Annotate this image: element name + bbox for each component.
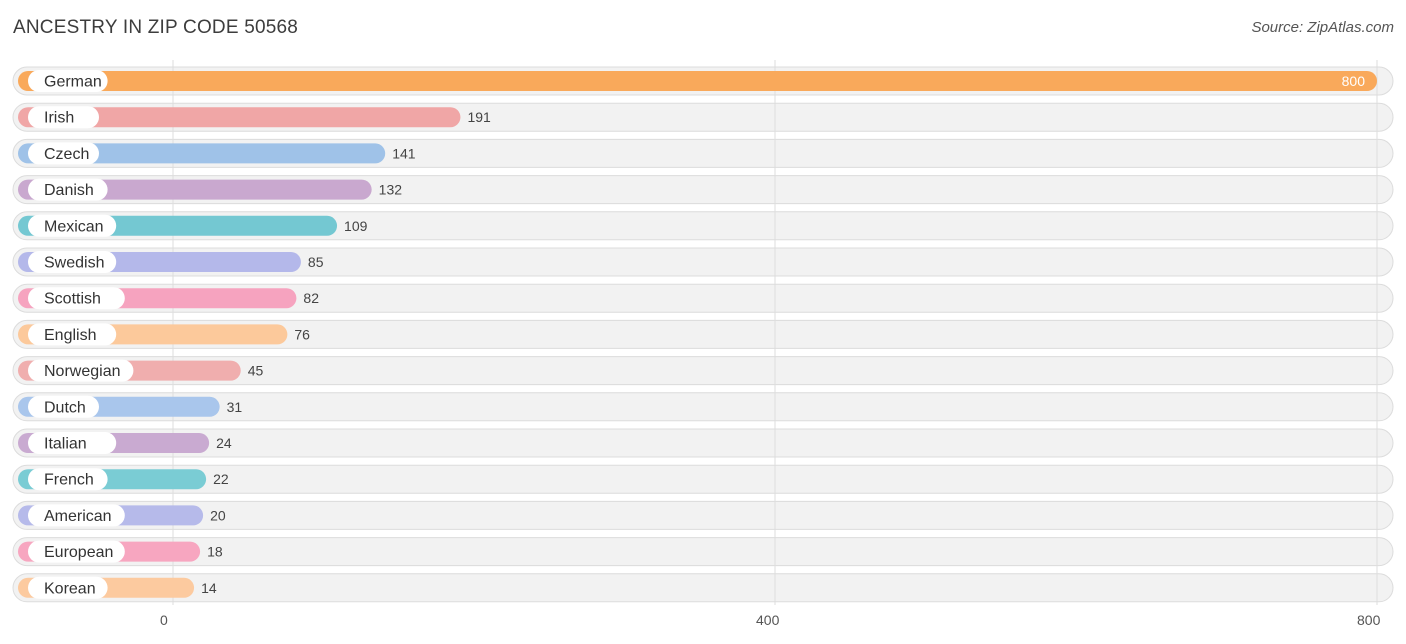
category-label: Scottish — [44, 291, 101, 308]
value-label: 14 — [201, 580, 217, 596]
value-label: 800 — [1342, 73, 1366, 89]
category-label: American — [44, 508, 112, 525]
category-label: Korean — [44, 580, 96, 597]
value-label: 191 — [467, 109, 491, 125]
value-label: 109 — [344, 218, 368, 234]
category-label: Norwegian — [44, 363, 120, 380]
ancestry-bar-chart: German 800 Irish 191 Czech 141 Danish 132 Mexica… — [12, 60, 1394, 628]
category-label: German — [44, 74, 102, 91]
category-label: English — [44, 327, 96, 344]
x-tick-label: 800 — [1357, 612, 1381, 628]
row-track — [12, 392, 1394, 422]
value-label: 85 — [308, 254, 324, 270]
x-tick-label: 0 — [160, 612, 168, 628]
category-label: Italian — [44, 436, 87, 453]
row-track — [12, 573, 1394, 603]
category-label: Danish — [44, 182, 94, 199]
category-label: European — [44, 544, 113, 561]
value-label: 22 — [213, 471, 229, 487]
value-label: 82 — [303, 290, 319, 306]
value-label: 45 — [248, 363, 264, 379]
x-axis: 0 400 800 — [160, 612, 1381, 628]
value-label: 31 — [227, 399, 243, 415]
value-label: 141 — [392, 145, 416, 161]
category-label: Irish — [44, 110, 74, 127]
value-label: 24 — [216, 435, 232, 451]
value-label: 76 — [294, 326, 310, 342]
category-label: Mexican — [44, 218, 104, 235]
bar-german — [18, 71, 1377, 91]
category-label: French — [44, 472, 94, 489]
value-label: 18 — [207, 544, 223, 560]
category-label: Swedish — [44, 255, 104, 272]
x-tick-label: 400 — [756, 612, 780, 628]
value-label: 20 — [210, 507, 226, 523]
category-label: Czech — [44, 146, 89, 163]
category-label: Dutch — [44, 399, 86, 416]
value-label: 132 — [379, 182, 403, 198]
